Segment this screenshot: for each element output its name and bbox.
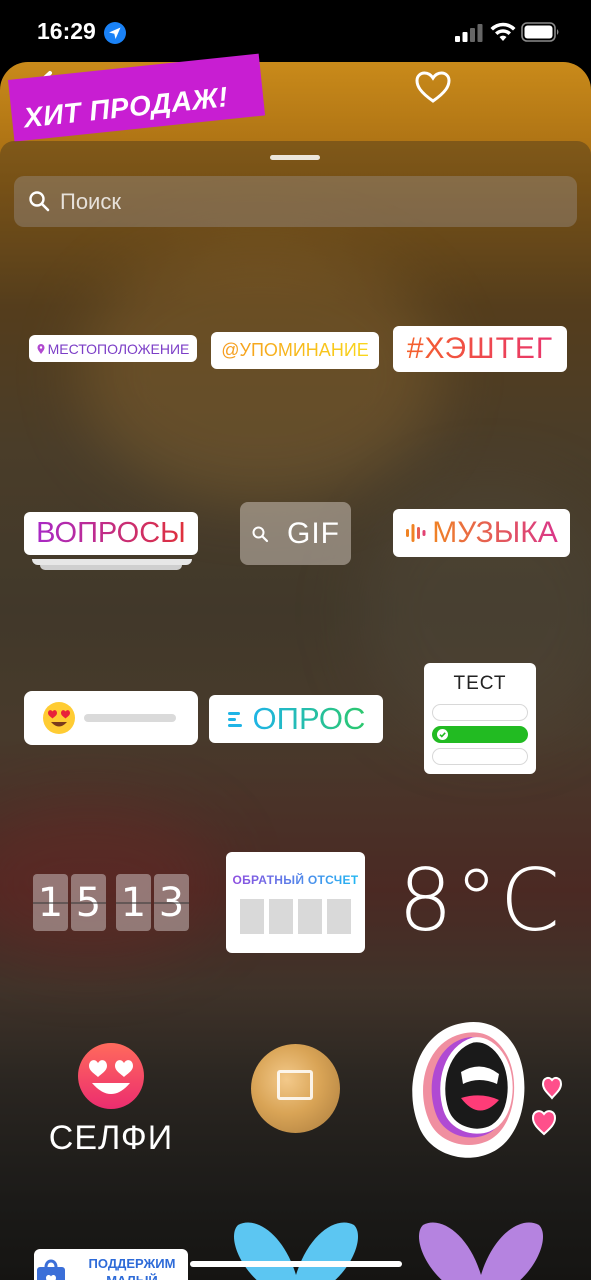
music-sticker-label: МУЗЫКА [432, 516, 558, 549]
clock-sticker[interactable]: 1 5 1 3 [33, 874, 189, 931]
questions-sticker-stack-back [40, 565, 182, 570]
mention-sticker-label: @УПОМИНАНИЕ [221, 340, 369, 360]
emoji-slider-track [84, 714, 176, 722]
photo-sticker[interactable] [251, 1044, 340, 1133]
heart-eyes-face-icon [78, 1042, 144, 1109]
hashtag-sticker-label: #ХЭШТЕГ [406, 332, 554, 365]
purple-butterfly-sticker[interactable] [416, 1215, 546, 1280]
clock-digit: 5 [71, 874, 106, 931]
poll-sticker-label: ОПРОС [252, 701, 366, 736]
mention-sticker[interactable]: @УПОМИНАНИЕ [211, 332, 379, 369]
clock-digit: 1 [116, 874, 151, 931]
status-time: 16:29 [37, 18, 96, 44]
selfie-sticker-label: СЕЛФИ [48, 1118, 174, 1157]
countdown-sticker[interactable]: ОБРАТНЫЙ ОТСЧЕТ [226, 852, 365, 953]
home-indicator[interactable] [190, 1261, 402, 1267]
support-small-business-label: ПОДДЕРЖИМ МАЛЫЙ БИЗНЕС [88, 1256, 176, 1280]
music-sticker[interactable]: МУЗЫКА [393, 509, 570, 557]
sheet-grabber[interactable] [270, 155, 320, 160]
image-placeholder-icon [277, 1070, 313, 1100]
quiz-sticker[interactable]: ТЕСТ [424, 663, 536, 774]
search-icon [29, 191, 50, 212]
cellular-signal-icon [455, 24, 483, 42]
search-placeholder: Поиск [60, 189, 121, 214]
questions-sticker-label: ВОПРОСЫ [36, 517, 186, 549]
clock-minutes: 1 3 [116, 874, 189, 931]
quiz-sticker-label: ТЕСТ [453, 673, 507, 694]
hashtag-sticker[interactable]: #ХЭШТЕГ [393, 326, 567, 372]
music-wave-icon [406, 524, 426, 542]
blue-butterfly-sticker[interactable] [232, 1215, 360, 1280]
gif-sticker[interactable]: GIF [240, 502, 351, 565]
checkmark-icon [437, 729, 448, 740]
heart-outline-icon[interactable] [414, 70, 452, 104]
location-pin-icon [37, 343, 45, 354]
battery-icon [521, 22, 559, 42]
gif-sticker-label: GIF [287, 516, 340, 550]
location-arrow-icon [104, 22, 126, 44]
support-small-business-sticker[interactable]: ПОДДЕРЖИМ МАЛЫЙ БИЗНЕС [34, 1249, 188, 1280]
status-bar: 16:29 [0, 0, 591, 62]
poll-sticker[interactable]: ОПРОС [209, 695, 383, 743]
location-sticker-label: МЕСТОПОЛОЖЕНИЕ [47, 340, 190, 357]
quiz-option-correct [432, 726, 528, 743]
countdown-boxes [240, 899, 351, 934]
shopping-bag-icon [37, 1259, 65, 1280]
search-input[interactable]: Поиск [14, 176, 577, 227]
selfie-sticker[interactable]: СЕЛФИ [38, 1037, 184, 1161]
countdown-sticker-label: ОБРАТНЫЙ ОТСЧЕТ [232, 873, 359, 887]
questions-sticker[interactable]: ВОПРОСЫ [24, 512, 198, 555]
poll-lines-icon [227, 712, 242, 727]
emoji-slider-sticker[interactable] [24, 691, 198, 745]
clock-digit: 3 [154, 874, 189, 931]
shouting-mouth-sticker[interactable] [403, 1014, 563, 1164]
clock-digit: 1 [33, 874, 68, 931]
quiz-option [432, 704, 528, 721]
quiz-option [432, 748, 528, 765]
location-sticker[interactable]: МЕСТОПОЛОЖЕНИЕ [29, 335, 197, 362]
gif-search-icon [252, 526, 269, 542]
temperature-sticker[interactable]: 8°C [398, 851, 560, 951]
sticker-sheet: Поиск МЕСТОПОЛОЖЕНИЕ @УПОМИНАНИЕ #ХЭШТЕГ… [0, 141, 591, 1280]
clock-hours: 1 5 [33, 874, 106, 931]
heart-eyes-emoji-icon [43, 702, 75, 734]
wifi-icon [490, 22, 516, 41]
